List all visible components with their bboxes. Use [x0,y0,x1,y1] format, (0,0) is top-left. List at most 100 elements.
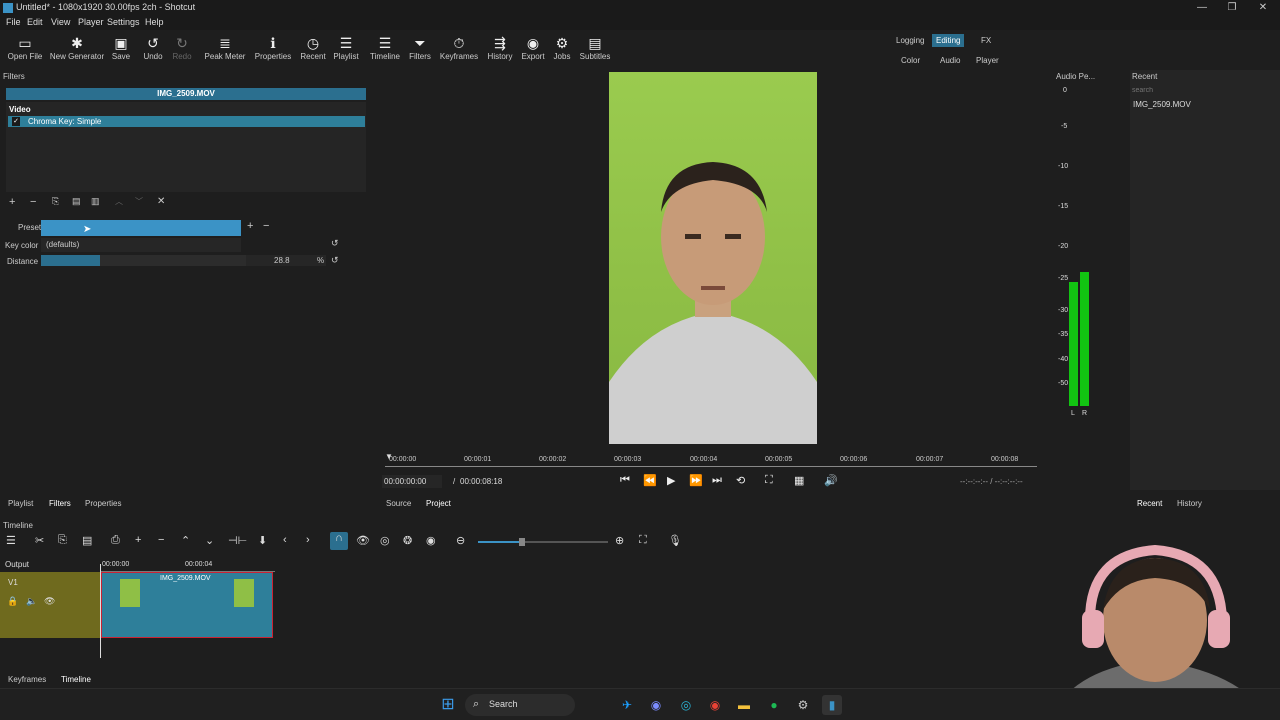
app-icon-taskbar[interactable]: ⚙ [793,695,813,715]
skip-next-icon[interactable]: ⏭ [712,474,722,487]
edge-icon[interactable]: ◎ [676,695,696,715]
previous-marker-icon[interactable]: ‹ [283,534,287,546]
tab-playlist[interactable]: Playlist [8,499,33,508]
volume-icon[interactable]: 🔊 [824,474,838,487]
jobs-button[interactable]: ⚙ Jobs [550,34,574,61]
minimize-icon[interactable]: — [1187,0,1217,16]
zoom-fit-icon[interactable]: ⛶ [765,474,773,487]
skip-previous-icon[interactable]: ⏮ [620,474,630,487]
defaults-dropdown[interactable]: (defaults) [41,238,241,252]
zoom-slider[interactable] [478,538,608,546]
recent-search-input[interactable] [1132,84,1278,96]
menu-file[interactable]: File [6,17,21,27]
steam-icon[interactable]: ✈ [617,695,637,715]
tab-history[interactable]: History [1177,499,1202,508]
menu-player[interactable]: Player [78,17,104,27]
deselect-filter-icon[interactable]: ✕ [157,196,165,207]
layout-logging[interactable]: Logging [892,34,928,47]
menu-edit[interactable]: Edit [27,17,43,27]
peak-meter-button[interactable]: ≣ Peak Meter [203,34,247,61]
discord-icon[interactable]: ◉ [646,695,666,715]
file-explorer-icon[interactable]: ▬ [734,695,754,715]
tab-keyframes[interactable]: Keyframes [8,675,46,684]
spotify-icon[interactable]: ● [764,695,784,715]
layout-player[interactable]: Player [972,54,1003,67]
remove-icon[interactable]: − [158,534,164,546]
distance-spinbox[interactable]: 28.8 % [246,255,326,266]
filter-item-chroma-key[interactable]: ✓ Chroma Key: Simple [8,116,365,127]
rewind-icon[interactable]: ⏪ [643,474,657,487]
add-track-icon[interactable]: + [135,534,141,546]
ripple-all-icon[interactable]: ❂ [403,534,412,547]
grid-icon[interactable]: ▦ [794,474,804,487]
overwrite-icon[interactable]: ⌄ [205,534,214,547]
next-marker-icon[interactable]: › [306,534,310,546]
zoom-in-icon[interactable]: ⊕ [615,534,624,547]
close-icon[interactable]: ✕ [1248,0,1278,16]
record-audio-icon[interactable]: 🎙 [668,534,682,547]
marker-icon[interactable]: ⬇ [258,534,267,547]
history-button[interactable]: ⇶ History [485,34,515,61]
layout-audio[interactable]: Audio [936,54,964,67]
play-icon[interactable]: ▶ [667,474,675,487]
visibility-icon[interactable]: 👁 [44,596,55,607]
move-up-icon[interactable]: ︿ [115,196,123,207]
ripple-markers-icon[interactable]: ◉ [426,534,436,547]
copy-icon[interactable]: ⎘ [58,534,67,547]
move-down-icon[interactable]: ﹀ [135,196,143,207]
timeline-button[interactable]: ☰ Timeline [367,34,403,61]
player-ruler[interactable]: ▼ 00:00:00 00:00:01 00:00:02 00:00:03 00… [385,452,1037,470]
tab-filters[interactable]: Filters [49,499,71,508]
menu-help[interactable]: Help [145,17,164,27]
shotcut-taskbar-icon[interactable]: ▮ [822,695,842,715]
tab-project[interactable]: Project [426,499,451,508]
zoom-fit-timeline-icon[interactable]: ⛶ [639,534,647,547]
split-icon[interactable]: ⊣⊢ [228,534,247,547]
distance-reset-icon[interactable]: ↺ [331,255,339,266]
add-filter-icon[interactable]: + [9,196,15,208]
fast-forward-icon[interactable]: ⏩ [689,474,703,487]
restore-icon[interactable]: ❐ [1217,0,1247,16]
save-button[interactable]: ▣ Save [108,34,134,61]
zoom-out-icon[interactable]: ⊖ [456,534,465,547]
filter-enabled-checkbox[interactable]: ✓ [12,117,20,126]
snap-icon[interactable]: ∩ [330,532,348,550]
layout-color[interactable]: Color [897,54,924,67]
tab-source[interactable]: Source [386,499,411,508]
paste-icon[interactable]: ▤ [82,534,92,547]
new-generator-button[interactable]: ✱ New Generator [48,34,106,61]
timeline-playhead[interactable] [100,564,101,658]
tab-recent[interactable]: Recent [1137,499,1162,508]
scrub-icon[interactable]: 👁 [356,534,370,547]
timeline-clip[interactable]: IMG_2509.MOV [101,572,273,638]
save-preset-icon[interactable]: + [247,220,253,232]
copy-filter-icon[interactable]: ⎘ [52,196,59,207]
tab-timeline[interactable]: Timeline [61,675,91,684]
track-header-v1[interactable]: V1 🔒 🔈 👁 [0,572,100,638]
delete-preset-icon[interactable]: − [263,220,269,232]
tab-properties[interactable]: Properties [85,499,121,508]
lift-icon[interactable]: ⌃ [181,534,190,547]
redo-button[interactable]: ↻ Redo [168,34,196,61]
loop-icon[interactable]: ⟲ [736,474,745,487]
ripple-icon[interactable]: ◎ [380,534,390,547]
layout-editing[interactable]: Editing [932,34,965,47]
lock-icon[interactable]: 🔒 [7,596,18,607]
export-button[interactable]: ◉ Export [519,34,547,61]
menu-settings[interactable]: Settings [107,17,140,27]
timecode-field[interactable]: 00:00:00:00 [382,475,442,488]
chrome-icon[interactable]: ◉ [705,695,725,715]
cut-icon[interactable]: ✂ [35,534,44,547]
recent-button[interactable]: ◷ Recent [298,34,328,61]
keyframes-button[interactable]: ⏱ Keyframes [438,34,480,61]
key-color-reset-icon[interactable]: ↺ [331,238,339,249]
layout-fx[interactable]: FX [977,34,995,47]
open-file-button[interactable]: ▭ Open File [6,34,44,61]
windows-start-icon[interactable]: ⊞ [438,695,458,715]
menu-view[interactable]: View [51,17,70,27]
mute-icon[interactable]: 🔈 [26,596,37,607]
timeline-ruler[interactable]: 00:00:00 00:00:04 [100,558,275,572]
taskbar-search[interactable]: ⌕ Search [465,694,575,716]
distance-slider[interactable] [41,255,246,266]
timeline-menu-icon[interactable]: ☰ [6,534,16,547]
